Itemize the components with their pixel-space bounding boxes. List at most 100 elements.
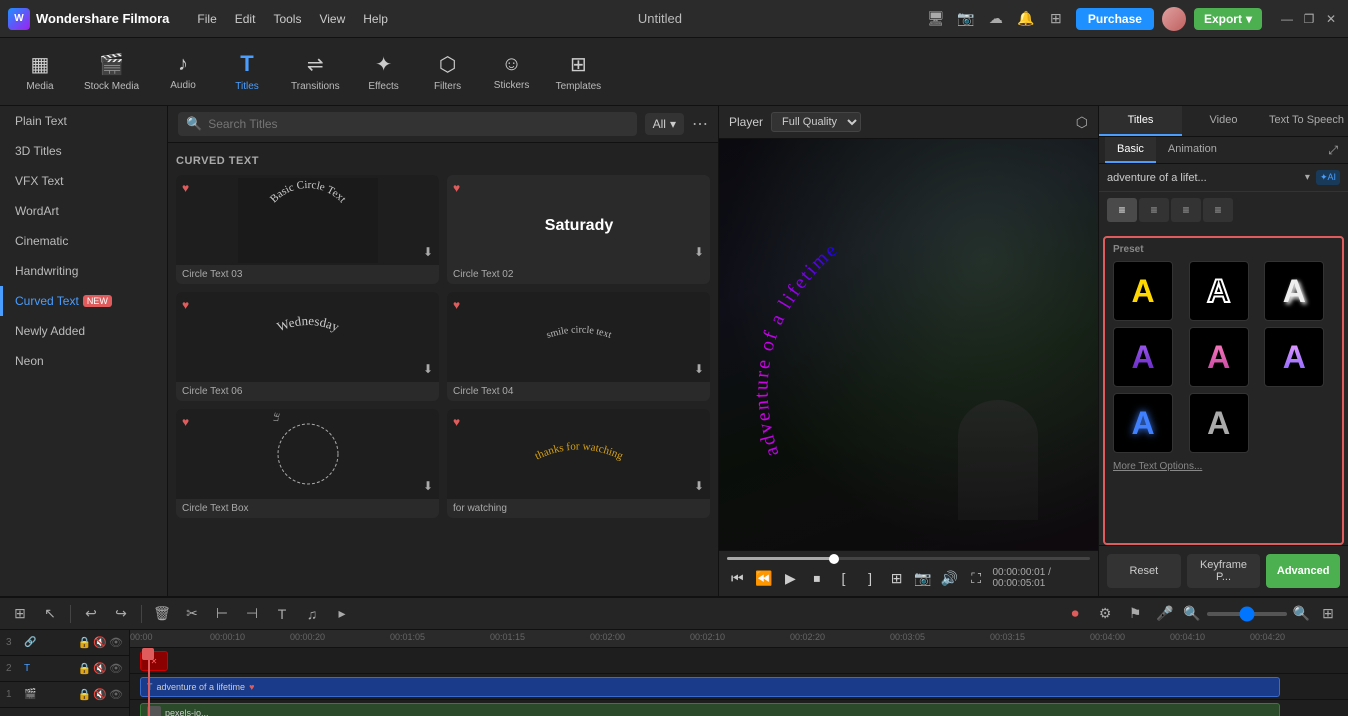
tl-select-tool[interactable]: ↖ [38,602,62,626]
minimize-button[interactable]: — [1278,10,1296,28]
track3-hide[interactable]: 👁 [109,636,123,649]
sidebar-item-plain-text[interactable]: Plain Text [0,106,167,136]
tl-audio[interactable]: ♫ [300,602,324,626]
ai-icon[interactable]: ✦AI [1316,170,1340,185]
sidebar-item-curved-text[interactable]: Curved Text NEW [0,286,167,316]
mark-in-button[interactable]: [ [833,566,854,590]
preset-blue[interactable]: A [1113,393,1173,453]
avatar[interactable] [1162,7,1186,31]
more-text-options[interactable]: More Text Options... [1113,453,1334,480]
preset-white-shadow[interactable]: A [1264,261,1324,321]
close-button[interactable]: ✕ [1322,10,1340,28]
snapshot-button[interactable]: 📷 [913,566,934,590]
progress-bar[interactable] [727,557,1090,560]
preset-purple-grad[interactable]: A [1113,327,1173,387]
preset-yellow[interactable]: A [1113,261,1173,321]
tab-video[interactable]: Video [1182,106,1265,136]
text-name-chevron[interactable]: ▾ [1305,172,1310,183]
advanced-button[interactable]: Advanced [1266,554,1340,588]
mark-out-button[interactable]: ] [860,566,881,590]
tab-titles[interactable]: Titles [1099,106,1182,136]
clip-video[interactable]: pexels-jo... [140,703,1280,716]
keyframe-button[interactable]: Keyframe P... [1187,554,1261,588]
menu-view[interactable]: View [311,8,353,30]
bell-icon[interactable]: 🔔 [1014,7,1038,31]
track2-hide[interactable]: 👁 [109,662,123,675]
tl-record[interactable]: ⏺ [1063,602,1087,626]
skip-back-button[interactable]: ⏮ [727,566,748,590]
grid-item-circle03[interactable]: ♥ Basic Circle Text Basic Circle Text [176,175,439,284]
track3-lock[interactable]: 🔒 [78,636,92,649]
sidebar-item-wordart[interactable]: WordArt [0,196,167,226]
menu-file[interactable]: File [189,8,224,30]
cloud-icon[interactable]: ☁ [984,7,1008,31]
align-left-button[interactable]: ≡ [1107,198,1137,222]
tab-animation[interactable]: Animation [1156,137,1229,163]
track2-mute[interactable]: 🔇 [93,662,107,675]
tl-settings[interactable]: ⚙ [1093,602,1117,626]
more-options-button[interactable]: ⋯ [692,114,708,134]
align-center-button[interactable]: ≡ [1139,198,1169,222]
track1-lock[interactable]: 🔒 [78,688,92,701]
tl-cut[interactable]: ✂ [180,602,204,626]
tl-split[interactable]: ⊣ [240,602,264,626]
tl-delete[interactable]: 🗑 [150,602,174,626]
purchase-button[interactable]: Purchase [1076,8,1154,30]
preset-pink-grad[interactable]: A [1189,327,1249,387]
zoom-out-button[interactable]: 🔍 [1183,605,1200,622]
zoom-slider[interactable] [1207,612,1287,616]
zoom-in-button[interactable]: 🔍 [1293,605,1310,622]
preset-outline[interactable]: A [1189,261,1249,321]
stop-button[interactable]: ⏹ [807,566,828,590]
volume-button[interactable]: 🔊 [939,566,960,590]
tab-basic[interactable]: Basic [1105,137,1156,163]
tool-filters[interactable]: ⬡ Filters [418,46,478,98]
grid-item-circle06[interactable]: ♥ Wednesday ⬇ Circle Text 06 [176,292,439,401]
more-ctrl-button[interactable]: ⊞ [886,566,907,590]
sidebar-item-handwriting[interactable]: Handwriting [0,256,167,286]
tool-transitions[interactable]: ⇌ Transitions [281,46,350,98]
clip-title[interactable]: T adventure of a lifetime ♥ [140,677,1280,697]
tool-audio[interactable]: ♪ Audio [153,47,213,97]
maximize-button[interactable]: ❐ [1300,10,1318,28]
tool-stock-media[interactable]: 🎬 Stock Media [74,46,149,98]
tool-media[interactable]: ▦ Media [10,46,70,98]
tool-templates[interactable]: ⊞ Templates [546,46,612,98]
menu-edit[interactable]: Edit [227,8,264,30]
tl-text[interactable]: T [270,602,294,626]
align-justify-button[interactable]: ≡ [1203,198,1233,222]
menu-help[interactable]: Help [355,8,396,30]
sidebar-item-3d-titles[interactable]: 3D Titles [0,136,167,166]
grid-item-thanks[interactable]: ♥ thanks for watching ⬇ for watch [447,409,710,518]
camera-icon[interactable]: 📷 [954,7,978,31]
tl-grid-view[interactable]: ⊞ [1316,602,1340,626]
tl-undo[interactable]: ↩ [79,602,103,626]
tl-mic[interactable]: 🎤 [1153,602,1177,626]
tl-redo[interactable]: ↪ [109,602,133,626]
playhead[interactable] [148,660,150,716]
align-right-button[interactable]: ≡ [1171,198,1201,222]
track1-mute[interactable]: 🔇 [93,688,107,701]
sidebar-item-cinematic[interactable]: Cinematic [0,226,167,256]
timeline-ruler[interactable]: 00:00 00:00:10 00:00:20 00:01:05 00:01:1… [130,630,1348,648]
quality-select[interactable]: Full Quality [771,112,861,132]
tool-effects[interactable]: ✦ Effects [354,46,414,98]
grid-icon[interactable]: ⊞ [1044,7,1068,31]
fullscreen-button[interactable]: ⛶ [966,566,987,590]
progress-knob[interactable] [829,554,839,564]
track2-lock[interactable]: 🔒 [78,662,92,675]
tool-stickers[interactable]: ☺ Stickers [482,47,542,97]
tl-snap-toggle[interactable]: ⊞ [8,602,32,626]
tool-titles[interactable]: T Titles [217,45,277,98]
sidebar-item-neon[interactable]: Neon [0,346,167,376]
filter-dropdown[interactable]: All ▾ [645,113,684,135]
player-expand-icon[interactable]: ⬡ [1076,114,1088,131]
tl-trim[interactable]: ⊢ [210,602,234,626]
tl-more[interactable]: ▸ [330,602,354,626]
preset-gray[interactable]: A [1189,393,1249,453]
expand-panel-icon[interactable]: ⤢ [1324,137,1342,163]
tab-text-to-speech[interactable]: Text To Speech [1265,106,1348,136]
monitor-icon[interactable]: 🖥 [924,7,948,31]
track1-hide[interactable]: 👁 [109,688,123,701]
frame-back-button[interactable]: ⏪ [754,566,775,590]
